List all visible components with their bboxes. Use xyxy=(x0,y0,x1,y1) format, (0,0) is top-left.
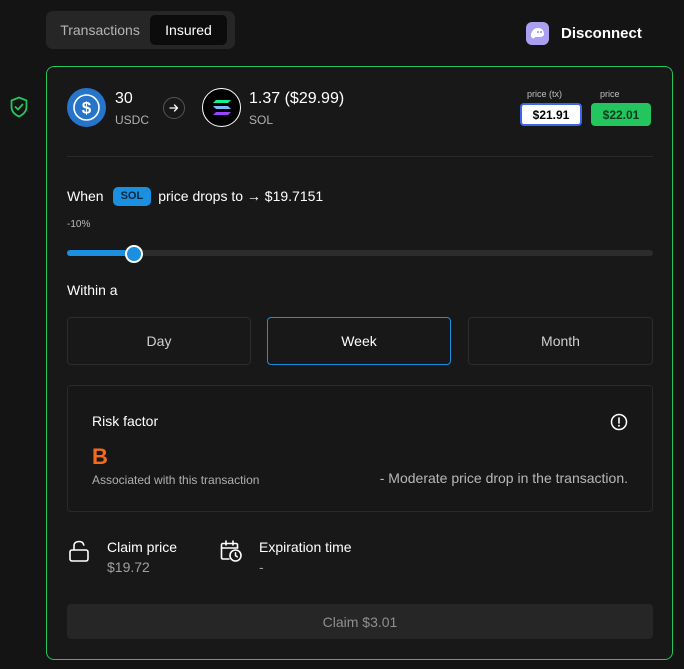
price-badge: $22.01 xyxy=(591,103,651,126)
slider-rail[interactable] xyxy=(67,250,653,256)
risk-grade: B xyxy=(92,444,108,469)
risk-description: - Moderate price drop in the transaction… xyxy=(379,470,628,486)
price-drop-slider[interactable] xyxy=(67,245,653,263)
info-icon[interactable] xyxy=(610,413,628,431)
phantom-ghost-icon xyxy=(526,22,549,45)
period-day-button[interactable]: Day xyxy=(67,317,251,365)
price-tx-label: price (tx) xyxy=(527,89,563,99)
to-amount: 1.37 ($29.99) xyxy=(249,90,345,107)
calendar-clock-icon xyxy=(219,539,243,563)
claim-price-info: Claim price $19.72 xyxy=(67,537,227,577)
disconnect-label: Disconnect xyxy=(561,25,642,42)
from-amount: 30 xyxy=(115,90,133,107)
token-badge: SOL xyxy=(112,186,152,206)
expiration-value: - xyxy=(259,559,264,575)
period-week-button[interactable]: Week xyxy=(267,317,451,365)
risk-title: Risk factor xyxy=(92,413,159,429)
expiration-info: Expiration time - xyxy=(219,537,419,577)
shield-check-icon xyxy=(9,96,29,118)
trigger-row: When SOL price drops to → $19.7151 xyxy=(67,185,323,207)
solana-icon xyxy=(202,88,241,127)
usdc-icon: $ xyxy=(67,88,106,127)
insurance-card: $ 30 USDC 1.37 ($29.99) SOL price (tx) $… xyxy=(46,66,673,660)
svg-text:$: $ xyxy=(82,99,92,118)
unlock-icon xyxy=(67,539,91,563)
price-tx-badge: $21.91 xyxy=(520,103,582,126)
claim-price-label: Claim price xyxy=(107,539,178,555)
price-label: price xyxy=(600,89,620,99)
tab-transactions[interactable]: Transactions xyxy=(50,15,150,45)
slider-fill xyxy=(67,250,134,256)
divider xyxy=(67,156,653,157)
arrow-right-icon xyxy=(163,97,185,119)
period-selector: Day Week Month xyxy=(67,317,653,365)
risk-factor-panel: Risk factor B Associated with this trans… xyxy=(67,385,653,512)
claim-button[interactable]: Claim $3.01 xyxy=(67,604,653,639)
when-label: When xyxy=(67,188,104,204)
drop-text: price drops to → $19.7151 xyxy=(158,188,324,204)
slider-thumb[interactable] xyxy=(125,245,143,263)
drop-percent: -10% xyxy=(67,219,91,230)
to-symbol: SOL xyxy=(249,113,274,127)
risk-associated-text: Associated with this transaction xyxy=(92,473,260,487)
view-tabs: Transactions Insured xyxy=(46,11,235,49)
swap-summary: $ 30 USDC 1.37 ($29.99) SOL price (tx) $… xyxy=(67,88,653,130)
within-label: Within a xyxy=(67,282,118,298)
disconnect-button[interactable]: Disconnect xyxy=(526,22,642,45)
expiration-label: Expiration time xyxy=(259,539,352,555)
claim-price-value: $19.72 xyxy=(107,559,150,575)
period-month-button[interactable]: Month xyxy=(468,317,653,365)
tab-insured[interactable]: Insured xyxy=(150,15,227,45)
from-symbol: USDC xyxy=(115,113,150,127)
